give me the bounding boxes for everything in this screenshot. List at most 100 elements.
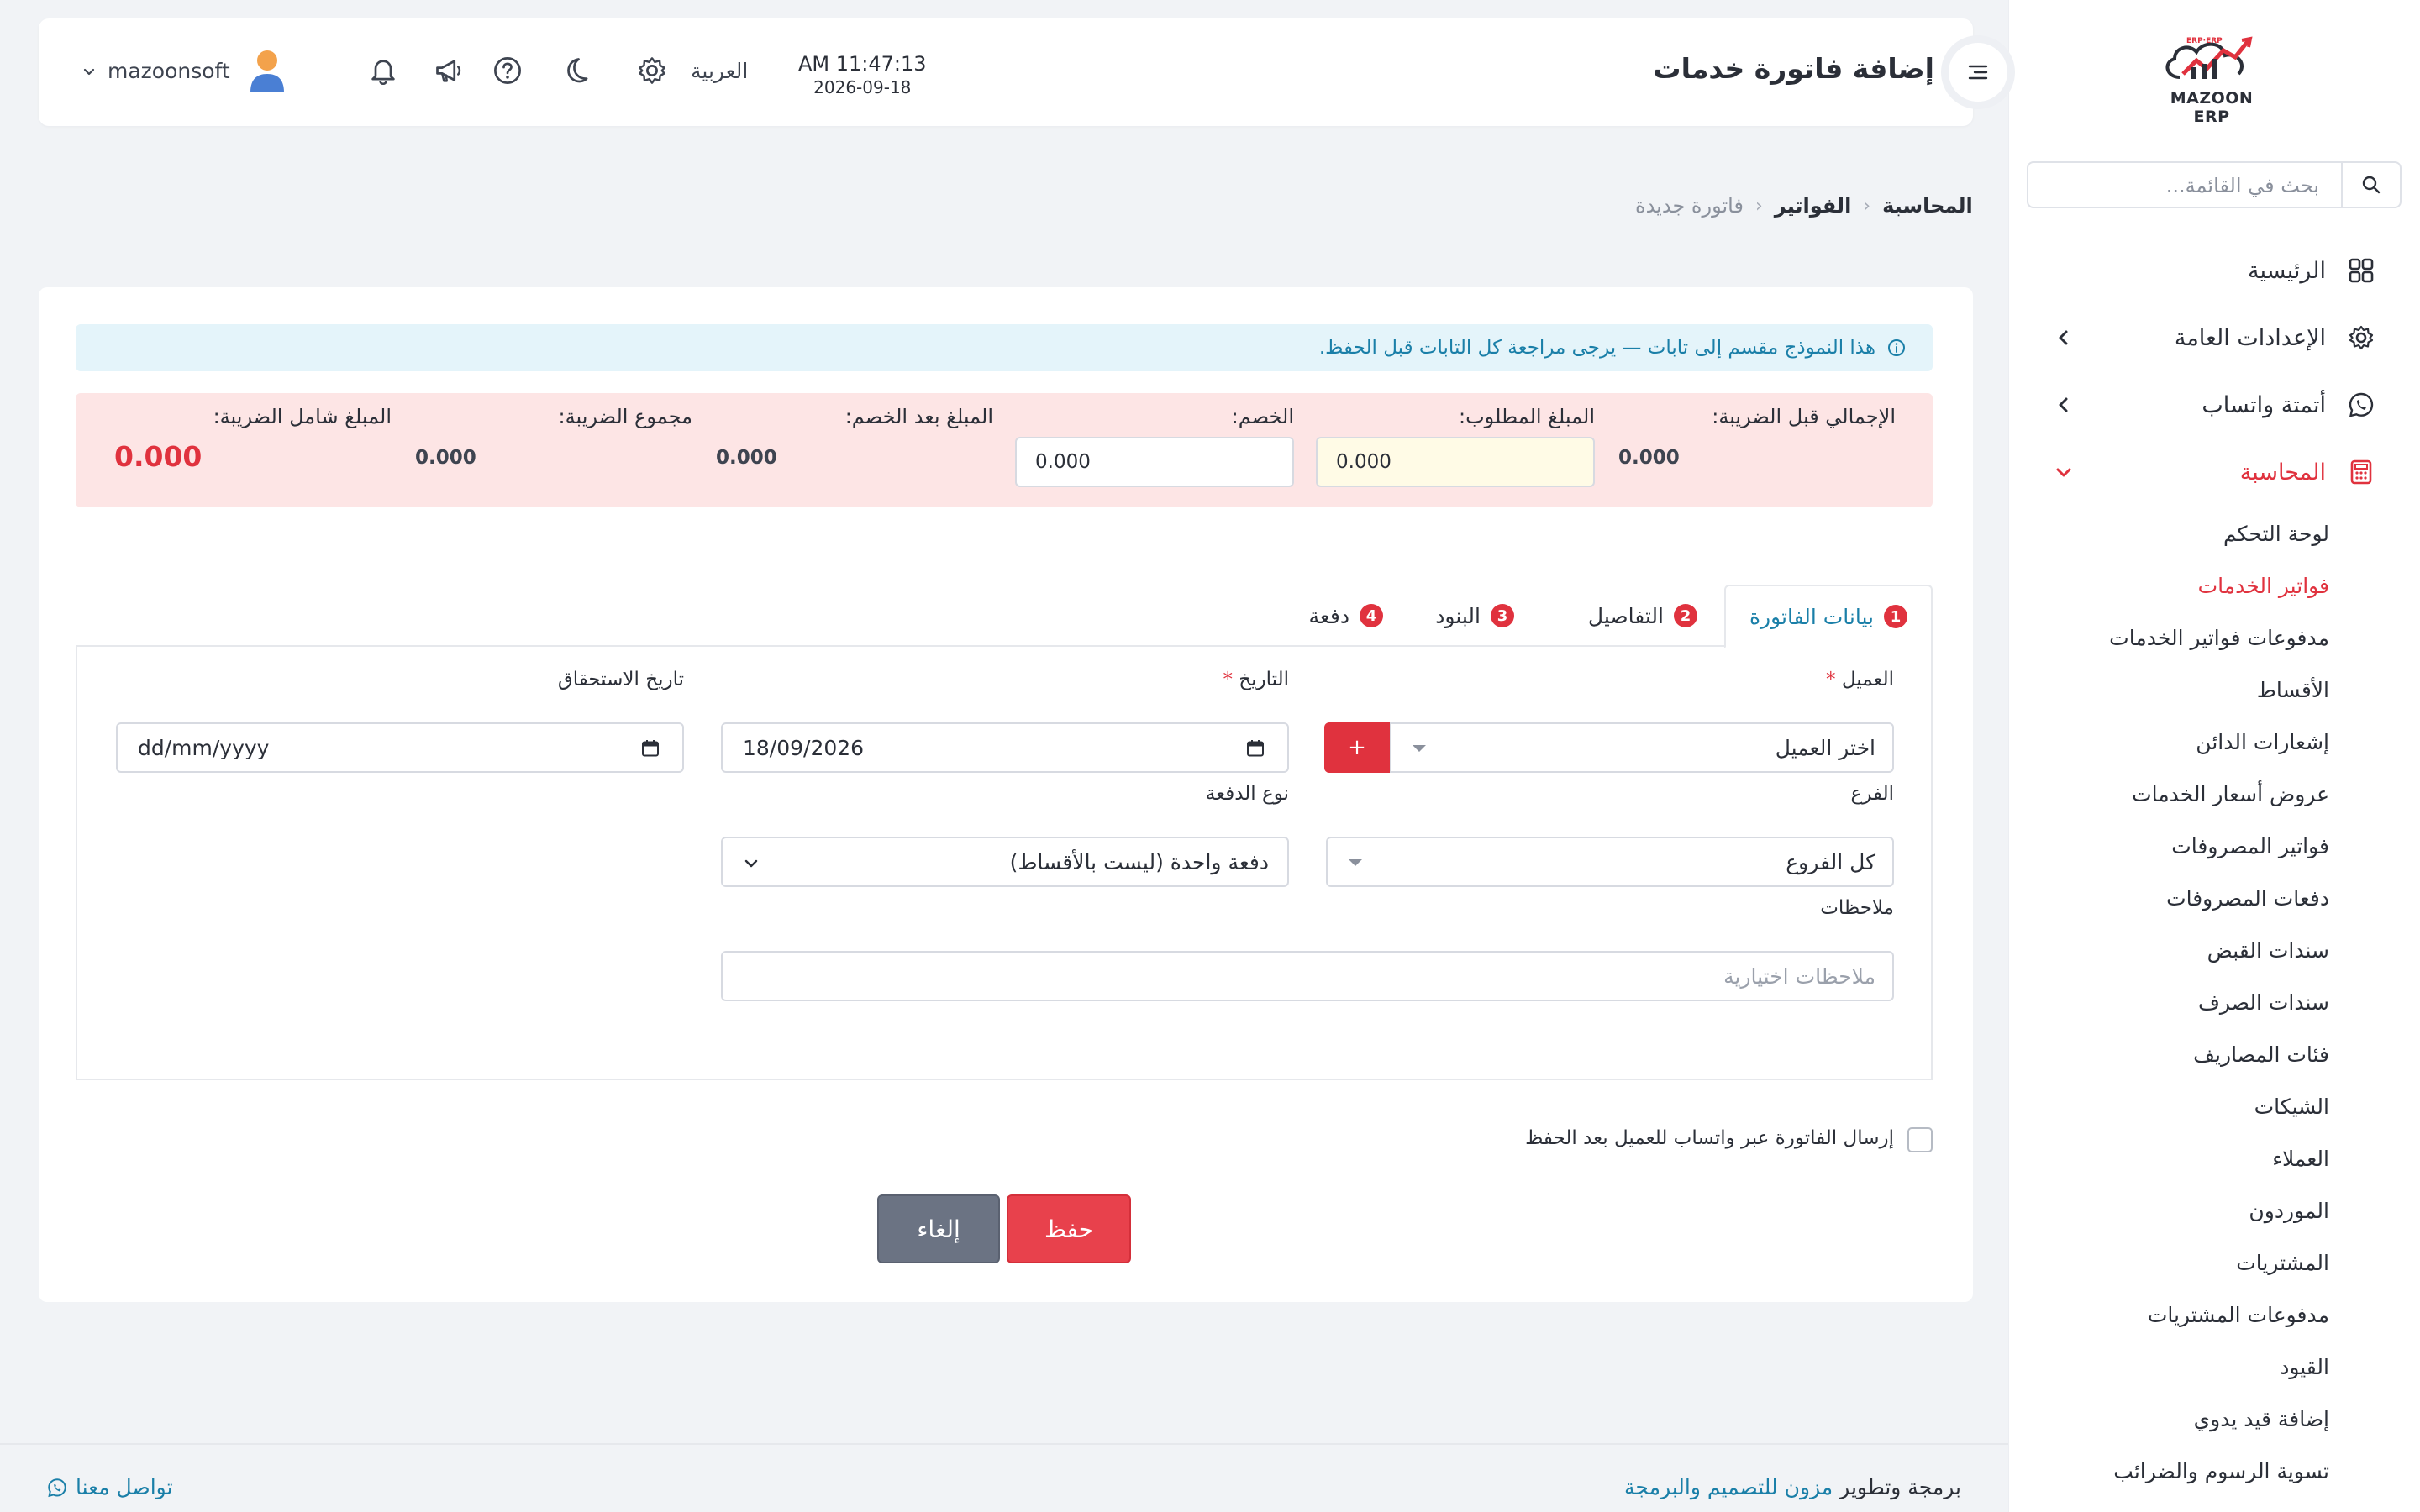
bell-icon[interactable]: [365, 52, 402, 89]
sidebar-search-input[interactable]: بحث في القائمة...: [2027, 161, 2402, 208]
submenu-item[interactable]: العملاء: [2008, 1132, 2329, 1184]
customer-label: العميل *: [1826, 669, 1894, 690]
breadcrumb: المحاسبة ‹ الفواتير ‹ فاتورة جديدة: [1635, 194, 1973, 218]
payment-type-select-value: دفعة واحدة (ليست بالأقساط): [1009, 850, 1269, 874]
settings-gear-icon[interactable]: [634, 52, 671, 89]
payment-type-select[interactable]: دفعة واحدة (ليست بالأقساط): [721, 837, 1289, 887]
subtotal-label: الإجمالي قبل الضريبة:: [1712, 405, 1896, 428]
submenu-item[interactable]: تسوية الرسوم والضرائب: [2008, 1445, 2329, 1497]
tab-number-badge: 1: [1884, 605, 1907, 628]
contact-us-label: تواصل معنا: [76, 1475, 173, 1499]
accounting-submenu: لوحة التحكم فواتير الخدمات مدفوعات فواتير …: [2008, 507, 2420, 1497]
language-switcher[interactable]: العربية: [691, 59, 748, 83]
page-title: إضافة فاتورة خدمات: [1653, 52, 1934, 85]
sidebar-item-settings[interactable]: الإعدادات العامة: [2008, 304, 2420, 371]
submenu-item[interactable]: عروض أسعار الخدمات: [2008, 768, 2329, 820]
sidebar-toggle-button[interactable]: [1941, 35, 2015, 109]
notes-input[interactable]: ملاحظات اختيارية: [721, 951, 1894, 1001]
invoice-data-pane: العميل * اختر العميل + التاريخ * 18/09/2…: [76, 645, 1933, 1080]
submenu-item[interactable]: فئات المصاريف: [2008, 1028, 2329, 1080]
chevron-down-icon[interactable]: [81, 64, 97, 81]
sidebar-search-placeholder: بحث في القائمة...: [2165, 174, 2319, 197]
customer-select[interactable]: اختر العميل: [1390, 722, 1894, 773]
due-date-input[interactable]: dd/mm/yyyy: [116, 722, 684, 773]
user-avatar[interactable]: [245, 47, 289, 94]
help-icon[interactable]: [489, 52, 526, 89]
whatsapp-icon: [2346, 390, 2376, 420]
submenu-item[interactable]: الأقساط: [2008, 664, 2329, 716]
after-discount-value: 0.000: [716, 447, 777, 469]
required-mark: *: [1223, 669, 1233, 690]
sidebar-item-label: الرئيسية: [2248, 257, 2326, 284]
breadcrumb-separator-icon: ‹: [1754, 195, 1763, 217]
submenu-item[interactable]: لوحة التحكم: [2008, 507, 2329, 559]
whatsapp-send-checkbox[interactable]: [1907, 1127, 1933, 1152]
save-button[interactable]: حفظ: [1007, 1194, 1131, 1263]
summary-subtotal: الإجمالي قبل الضريبة: 0.000: [1618, 393, 1896, 507]
form-tabs: 1 بيانات الفاتورة 2 التفاصيل 3 البنود 4 …: [76, 585, 1933, 648]
tab-items[interactable]: 3 البنود: [1412, 585, 1538, 647]
tab-number-badge: 2: [1674, 604, 1697, 627]
gear-icon: [2346, 323, 2376, 353]
notes-label: ملاحظات: [1820, 897, 1894, 919]
sidebar-item-home[interactable]: الرئيسية: [2008, 237, 2420, 304]
submenu-item[interactable]: المشتريات: [2008, 1236, 2329, 1289]
date-label: التاريخ *: [1223, 669, 1289, 690]
header-clock: AM 11:47:13 2026-09-18: [798, 52, 927, 97]
submenu-item[interactable]: سندات الصرف: [2008, 976, 2329, 1028]
submenu-item[interactable]: الموردون: [2008, 1184, 2329, 1236]
submenu-item[interactable]: الشيكات: [2008, 1080, 2329, 1132]
megaphone-icon[interactable]: [430, 52, 467, 89]
notes-placeholder: ملاحظات اختيارية: [1723, 964, 1876, 989]
clock-date: 2026-09-18: [813, 77, 912, 97]
info-notice: هذا النموذج مقسم إلى تابات — يرجى مراجعة…: [76, 324, 1933, 371]
logo-text: MAZOON ERP: [2170, 89, 2254, 126]
tab-invoice-data[interactable]: 1 بيانات الفاتورة: [1723, 585, 1933, 648]
tab-number-badge: 3: [1491, 604, 1514, 627]
discount-label: الخصم:: [1231, 405, 1294, 428]
whatsapp-send-label[interactable]: إرسال الفاتورة عبر واتساب للعميل بعد الح…: [1525, 1127, 1894, 1149]
breadcrumb-current: فاتورة جديدة: [1635, 194, 1744, 218]
submenu-item[interactable]: سندات القبض: [2008, 924, 2329, 976]
submenu-item[interactable]: القيود: [2008, 1341, 2329, 1393]
submenu-item[interactable]: مدفوعات المشتريات: [2008, 1289, 2329, 1341]
search-icon[interactable]: [2341, 163, 2400, 207]
submenu-item[interactable]: إضافة قيد يدوي: [2008, 1393, 2329, 1445]
totals-summary: الإجمالي قبل الضريبة: 0.000 المبلغ المطل…: [76, 393, 1933, 507]
submenu-item[interactable]: مدفوعات فواتير الخدمات: [2008, 612, 2329, 664]
calculator-icon: [2346, 457, 2376, 487]
chevron-left-icon: [2059, 330, 2068, 345]
amount-due-input[interactable]: [1316, 437, 1595, 487]
add-customer-button[interactable]: +: [1324, 722, 1390, 773]
submenu-item[interactable]: إشعارات الدائن: [2008, 716, 2329, 768]
due-date-label: تاريخ الاستحقاق: [557, 669, 684, 690]
footer-credit-prefix: برمجة وتطوير: [1839, 1475, 1961, 1499]
mazoon-logo[interactable]: ERP·ERP MAZOON ERP: [2154, 34, 2269, 126]
date-input[interactable]: 18/09/2026: [721, 722, 1289, 773]
branch-select[interactable]: كل الفروع: [1326, 837, 1894, 887]
notice-text: هذا النموذج مقسم إلى تابات — يرجى مراجعة…: [1318, 337, 1876, 359]
tab-details[interactable]: 2 التفاصيل: [1565, 585, 1721, 647]
cancel-button[interactable]: إلغاء: [877, 1194, 1000, 1263]
submenu-item[interactable]: فواتير الخدمات: [2008, 559, 2329, 612]
tab-payment[interactable]: 4 دفعة: [1285, 585, 1407, 647]
breadcrumb-item-invoices[interactable]: الفواتير: [1775, 194, 1852, 218]
customer-select-value: اختر العميل: [1775, 736, 1876, 760]
submenu-item[interactable]: دفعات المصروفات: [2008, 872, 2329, 924]
username[interactable]: mazoonsoft: [108, 59, 230, 83]
summary-after-discount: المبلغ بعد الخصم: 0.000: [716, 393, 993, 507]
moon-icon[interactable]: [556, 52, 593, 89]
grid-icon: [2346, 255, 2376, 286]
calendar-icon[interactable]: [1245, 738, 1265, 759]
invoice-form-card: هذا النموذج مقسم إلى تابات — يرجى مراجعة…: [39, 287, 1973, 1302]
summary-discount: الخصم:: [1013, 393, 1294, 507]
sidebar-item-accounting[interactable]: المحاسبة: [2008, 438, 2420, 506]
calendar-icon[interactable]: [640, 738, 660, 759]
discount-input[interactable]: [1015, 437, 1294, 487]
contact-us-link[interactable]: تواصل معنا: [47, 1475, 173, 1499]
submenu-item[interactable]: فواتير المصروفات: [2008, 820, 2329, 872]
footer-credit-link[interactable]: مزون للتصميم والبرمجة: [1624, 1475, 1833, 1499]
breadcrumb-item-accounting[interactable]: المحاسبة: [1882, 194, 1973, 218]
chevron-left-icon: [2059, 397, 2068, 412]
sidebar-item-whatsapp-automation[interactable]: أتمتة واتساب: [2008, 371, 2420, 438]
